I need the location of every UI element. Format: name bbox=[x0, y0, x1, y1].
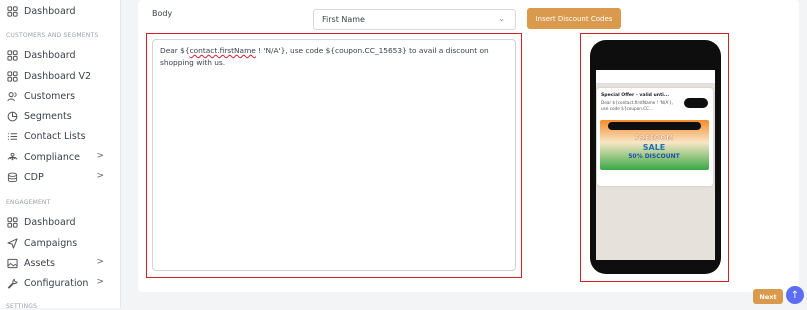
sidebar-item-segments[interactable]: Segments bbox=[6, 106, 114, 126]
notification-text: Dear ${contact.firstName ! 'N/A'}, use c… bbox=[601, 100, 674, 111]
sidebar: Dashboard CUSTOMERS AND SEGMENTS Dashboa… bbox=[0, 0, 121, 310]
users-icon bbox=[6, 90, 18, 102]
sidebar-item-configuration[interactable]: Configuration > bbox=[6, 273, 114, 293]
sidebar-item-contact-lists[interactable]: Contact Lists bbox=[6, 126, 114, 146]
next-button[interactable]: Next bbox=[753, 289, 783, 304]
sidebar-item-customers[interactable]: Customers bbox=[6, 86, 114, 106]
sidebar-item-cdp[interactable]: CDP > bbox=[6, 167, 114, 187]
editor-text: contact.firstName bbox=[189, 46, 256, 55]
personalization-select[interactable]: First Name ⌄ bbox=[313, 9, 516, 30]
sidebar-item-label: Segments bbox=[24, 110, 72, 122]
grid-icon bbox=[6, 70, 18, 82]
send-icon bbox=[6, 237, 18, 249]
scroll-top-button[interactable]: ↑ bbox=[786, 286, 804, 304]
sidebar-item-label: Compliance bbox=[24, 151, 80, 163]
sidebar-item-label: Configuration bbox=[24, 277, 89, 289]
sidebar-item-label: Dashboard bbox=[24, 216, 76, 228]
sale-banner-image: FREEDOM SALE 50% DISCOUNT bbox=[600, 120, 709, 170]
sidebar-item-label: Dashboard bbox=[24, 5, 76, 17]
body-editor[interactable]: Dear ${contact.firstName ! 'N/A'}, use c… bbox=[152, 39, 516, 271]
sidebar-item-compliance[interactable]: Compliance > bbox=[6, 147, 114, 167]
sidebar-item-label: Dashboard V2 bbox=[24, 70, 92, 82]
sidebar-item-dashboard-v2[interactable]: Dashboard V2 bbox=[6, 66, 114, 86]
sidebar-item-engagement-dashboard[interactable]: Dashboard bbox=[6, 212, 114, 232]
sidebar-item-label: Customers bbox=[24, 90, 76, 102]
section-title: ENGAGEMENT bbox=[6, 199, 51, 206]
pie-icon bbox=[6, 110, 18, 122]
sidebar-item-label: Dashboard bbox=[24, 49, 76, 61]
section-title: CUSTOMERS AND SEGMENTS bbox=[6, 32, 99, 39]
sidebar-item-label: Assets bbox=[24, 257, 55, 269]
editor-text: Dear ${ bbox=[160, 46, 190, 55]
banner-text: 50% DISCOUNT bbox=[628, 153, 680, 160]
grid-icon bbox=[6, 216, 18, 228]
banner-text: FREEDOM bbox=[635, 134, 673, 142]
body-label: Body bbox=[152, 9, 173, 18]
phone-status-bar bbox=[596, 70, 715, 84]
sidebar-item-label: Campaigns bbox=[24, 237, 78, 249]
sidebar-item-campaigns[interactable]: Campaigns bbox=[6, 233, 114, 253]
image-icon bbox=[6, 257, 18, 269]
sidebar-item-dashboard-top[interactable]: Dashboard bbox=[6, 1, 114, 21]
database-icon bbox=[6, 171, 18, 183]
grid-icon bbox=[6, 5, 18, 17]
notification-title: Special Offer - valid unti... bbox=[601, 93, 670, 98]
chevron-right-icon: > bbox=[96, 171, 104, 181]
arrow-up-icon: ↑ bbox=[790, 289, 800, 301]
list-icon bbox=[6, 130, 18, 142]
chevron-right-icon: > bbox=[96, 277, 104, 287]
grid-icon bbox=[6, 49, 18, 61]
sidebar-item-assets[interactable]: Assets > bbox=[6, 253, 114, 273]
chevron-right-icon: > bbox=[96, 151, 104, 161]
insert-discount-codes-button[interactable]: Insert Discount Codes bbox=[527, 8, 621, 29]
chevron-right-icon: > bbox=[96, 257, 104, 267]
sidebar-item-dashboard[interactable]: Dashboard bbox=[6, 45, 114, 65]
notification-pill bbox=[684, 98, 708, 108]
chevron-down-icon: ⌄ bbox=[498, 14, 505, 23]
section-title: SETTINGS bbox=[6, 303, 38, 310]
wrench-icon bbox=[6, 277, 18, 289]
sidebar-item-label: CDP bbox=[24, 171, 44, 183]
sidebar-item-label: Contact Lists bbox=[24, 130, 86, 142]
compliance-icon bbox=[6, 151, 18, 163]
banner-text: SALE bbox=[643, 143, 666, 152]
select-value: First Name bbox=[322, 15, 365, 24]
